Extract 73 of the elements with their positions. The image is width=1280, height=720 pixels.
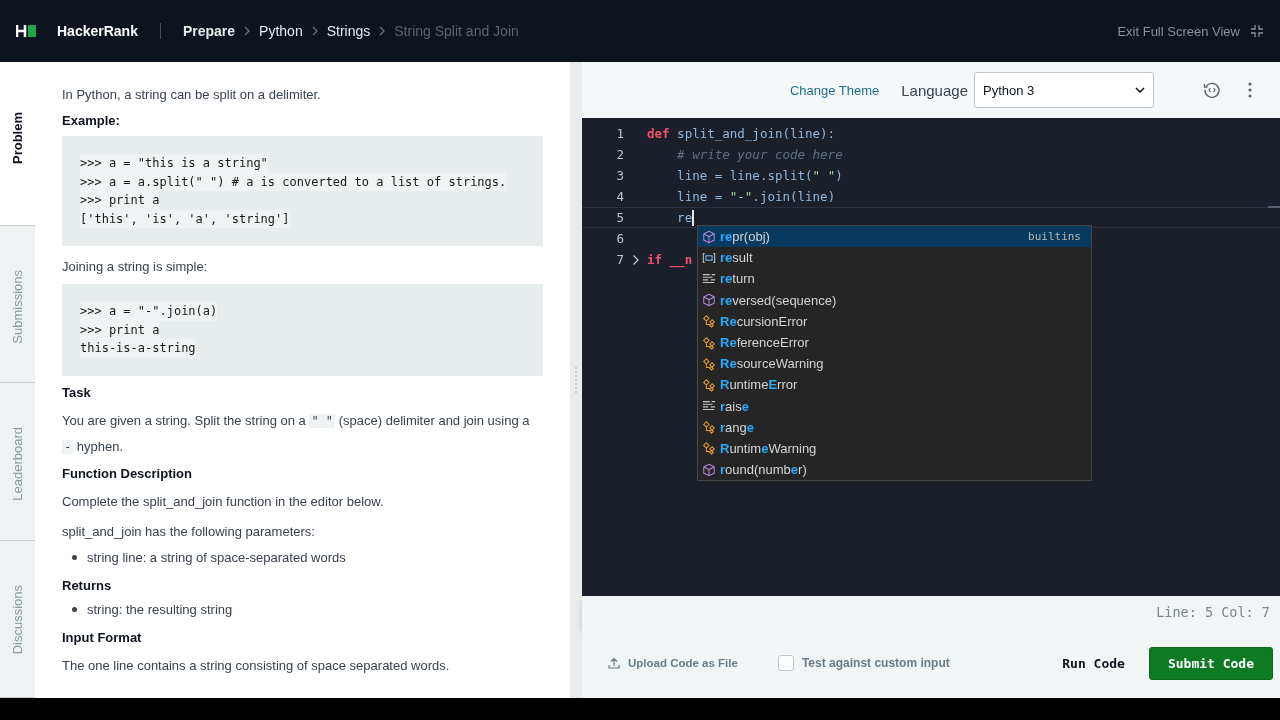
- line-number: 5: [615, 210, 624, 225]
- breadcrumb-link[interactable]: Strings: [326, 23, 371, 39]
- line-number: 7: [615, 252, 624, 267]
- list-item: string: the resulting string: [87, 600, 233, 619]
- line-number: 6: [615, 231, 624, 246]
- class-icon: [702, 441, 716, 456]
- brand-name[interactable]: HackerRank: [57, 23, 138, 39]
- change-theme-link[interactable]: Change Theme: [789, 82, 880, 98]
- suggestion-item[interactable]: raise: [698, 395, 1091, 417]
- caret-icon: [1135, 87, 1145, 93]
- problem-text: In Python, a string can be split on a delimiter.: [62, 86, 322, 104]
- problem-text: split_and_join has the following parameters:: [62, 522, 316, 541]
- bullet-icon: [72, 555, 77, 560]
- section-heading: Task: [62, 383, 92, 402]
- side-tab[interactable]: Problem: [10, 112, 25, 164]
- section-heading: Returns: [62, 576, 113, 595]
- problem-text: Joining a string is simple:: [62, 258, 209, 276]
- code-text: re: [676, 209, 694, 226]
- breadcrumb-link[interactable]: Python: [259, 23, 303, 39]
- variable-icon: [702, 250, 716, 265]
- cube-icon: [702, 229, 716, 244]
- code-text: if __n: [647, 252, 693, 267]
- class-icon: [702, 314, 716, 329]
- problem-text: Complete the split_and_join function in the editor below.: [62, 492, 385, 511]
- section-heading: Function Description: [62, 464, 193, 483]
- problem-text: The one line contains a string consisting of space separated words.: [62, 656, 451, 675]
- class-icon: [702, 420, 716, 435]
- suggestion-item[interactable]: result: [698, 247, 1091, 269]
- cube-icon: [702, 462, 716, 477]
- class-icon: [702, 377, 716, 392]
- exit-fullscreen-link[interactable]: Exit Full Screen View: [1117, 23, 1240, 39]
- line-number: 4: [615, 189, 624, 204]
- history-icon[interactable]: [1202, 80, 1222, 100]
- line-number: 1: [615, 126, 624, 141]
- suggestion-item[interactable]: RuntimeWarning: [698, 437, 1091, 460]
- suggestion-item[interactable]: range: [698, 416, 1091, 438]
- cursor-position: Line: 5 Col: 7: [1156, 604, 1270, 620]
- collapse-icon[interactable]: [1250, 24, 1264, 38]
- suggestion-item[interactable]: RuntimeError: [698, 374, 1091, 396]
- lines-icon: [702, 271, 716, 286]
- suggestion-item[interactable]: round(number): [698, 459, 1091, 481]
- suggestion-item[interactable]: reversed(sequence): [698, 289, 1091, 311]
- class-icon: [702, 335, 716, 350]
- language-label: Language: [901, 81, 968, 99]
- submit-code-button[interactable]: Submit Code: [1148, 646, 1273, 680]
- code-text: line = line.split(" "): [676, 168, 843, 183]
- grip-icon[interactable]: [574, 366, 578, 394]
- suggestion-item[interactable]: ResourceWarning: [698, 353, 1091, 375]
- suggestion-item[interactable]: return: [698, 268, 1091, 290]
- bullet-icon: [72, 607, 77, 612]
- class-icon: [702, 356, 716, 371]
- line-number: 2: [615, 147, 624, 162]
- suggestion-item[interactable]: RecursionError: [698, 310, 1091, 332]
- suggestion-item[interactable]: repr(obj) builtins: [698, 226, 1091, 248]
- cube-icon: [702, 293, 716, 308]
- section-heading: Example:: [62, 112, 121, 130]
- code-text: # write your code here: [676, 147, 843, 162]
- line-number: 3: [615, 168, 624, 183]
- problem-text: You are given a string. Split the string on a " " (space) delimiter and join using a - hyphen.: [62, 411, 531, 456]
- language-select[interactable]: Python 3: [974, 72, 1154, 108]
- code-text: def split_and_join(line):: [647, 126, 836, 141]
- upload-icon: [608, 657, 620, 669]
- code-text: line = "-".join(line): [676, 189, 836, 204]
- logo-icon[interactable]: [16, 24, 38, 38]
- chevron-icon[interactable]: [631, 253, 640, 266]
- custom-input-label[interactable]: Test against custom input: [801, 656, 950, 670]
- section-heading: Input Format: [62, 628, 143, 647]
- custom-input-checkbox[interactable]: [777, 655, 794, 671]
- breadcrumb-link[interactable]: Prepare: [182, 23, 236, 39]
- upload-link[interactable]: Upload Code as File: [608, 657, 738, 669]
- list-item: string line: a string of space-separated words: [87, 548, 346, 567]
- run-code-button[interactable]: Run Code: [1044, 647, 1143, 679]
- suggestion-item[interactable]: ReferenceError: [698, 331, 1091, 354]
